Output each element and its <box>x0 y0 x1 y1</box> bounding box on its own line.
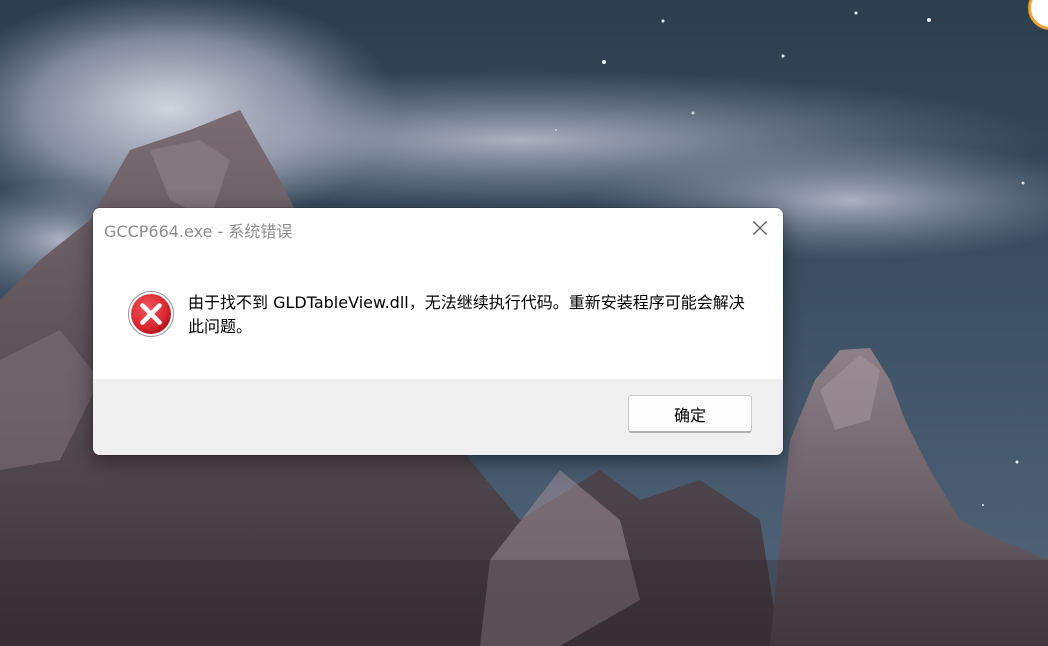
dialog-content: 由于找不到 GLDTableView.dll，无法继续执行代码。重新安装程序可能… <box>93 248 783 379</box>
dialog-footer: 确定 <box>93 379 783 455</box>
error-x-icon <box>128 291 174 337</box>
desktop: GCCP664.exe - 系统错误 由于找不到 GLDTableView.dl… <box>0 0 1048 646</box>
close-button[interactable] <box>737 208 783 248</box>
error-dialog: GCCP664.exe - 系统错误 由于找不到 GLDTableView.dl… <box>93 208 783 455</box>
close-icon <box>753 221 767 235</box>
dialog-title: GCCP664.exe - 系统错误 <box>104 222 293 241</box>
error-message: 由于找不到 GLDTableView.dll，无法继续执行代码。重新安装程序可能… <box>188 293 745 336</box>
dialog-titlebar[interactable]: GCCP664.exe - 系统错误 <box>93 208 783 248</box>
ok-button[interactable]: 确定 <box>628 395 752 433</box>
